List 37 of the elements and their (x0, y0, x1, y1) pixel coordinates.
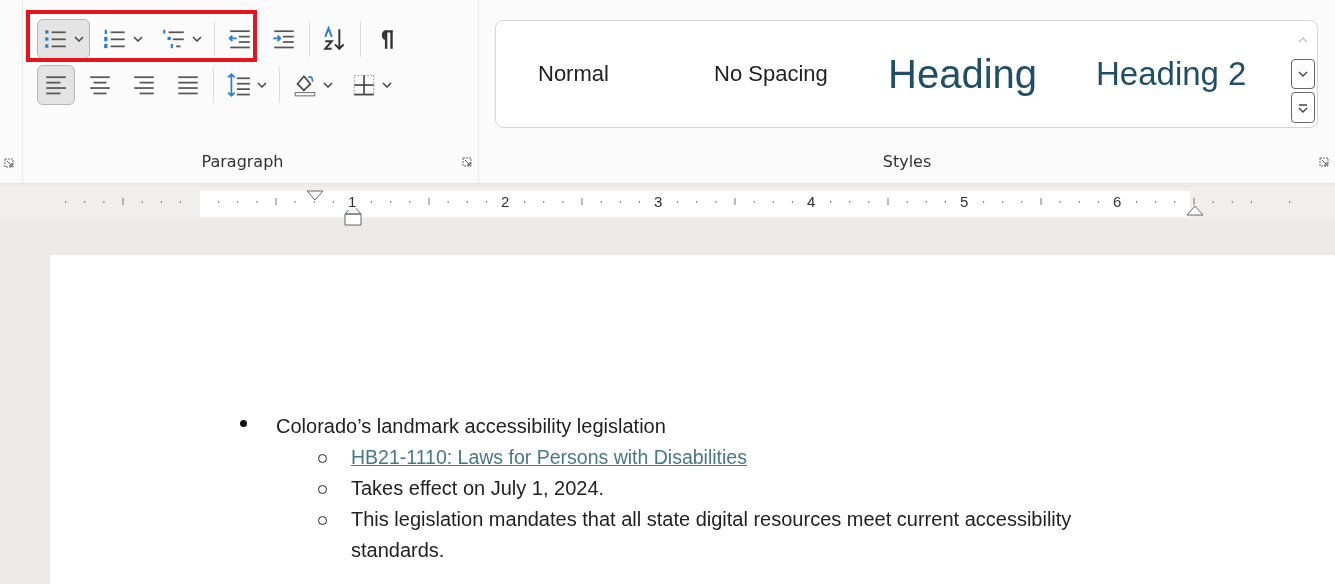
chevron-up-icon (1298, 37, 1308, 44)
list-item-text: This legislation mandates that all state digital resources meet current accessibility standards. (351, 507, 1073, 563)
ruler-number: 4 (807, 194, 816, 210)
dialog-launcher-icon[interactable] (462, 156, 472, 167)
style-item[interactable]: Heading 2 (1096, 55, 1247, 93)
ruler-number: 2 (501, 194, 510, 210)
ruler-number: 1 (348, 194, 357, 210)
caret-icon (323, 82, 333, 88)
ruler-number: 6 (1113, 194, 1122, 210)
scroll-down-button[interactable] (1291, 58, 1315, 90)
style-item[interactable]: Heading (888, 51, 1096, 97)
right-indent-marker[interactable] (1185, 203, 1205, 217)
style-item[interactable]: No Spacing (714, 61, 888, 87)
group-label: Paragraph (200, 152, 285, 171)
link[interactable]: HB21-1110: Laws for Persons with Disabilities (351, 442, 747, 473)
more-styles-button[interactable] (1291, 92, 1315, 123)
caret-icon (74, 36, 84, 42)
split-button[interactable] (37, 19, 90, 59)
first-line-indent-marker[interactable] (305, 190, 325, 202)
caret-icon (133, 36, 143, 42)
borders-icon (351, 72, 377, 98)
caret-icon (192, 36, 202, 42)
toolbar-button[interactable] (37, 65, 75, 105)
chevron-down-icon (1298, 71, 1308, 77)
caret-icon (382, 82, 392, 88)
style-item[interactable]: Normal (538, 61, 714, 87)
list-item-text: Colorado’s landmark accessibility legislation (276, 415, 666, 437)
ruler-number: 3 (654, 194, 663, 210)
caret-icon (257, 82, 267, 88)
group-label: Styles (881, 152, 933, 171)
bullet-icon (240, 420, 247, 427)
dialog-launcher-icon[interactable] (1319, 156, 1329, 167)
list-item-text: Takes effect on July 1, 2024. (351, 476, 605, 501)
line-spacing-icon (226, 72, 252, 98)
dialog-launcher-icon[interactable] (4, 158, 14, 168)
ruler-number: 5 (960, 194, 969, 210)
expand-icon (1298, 102, 1308, 113)
